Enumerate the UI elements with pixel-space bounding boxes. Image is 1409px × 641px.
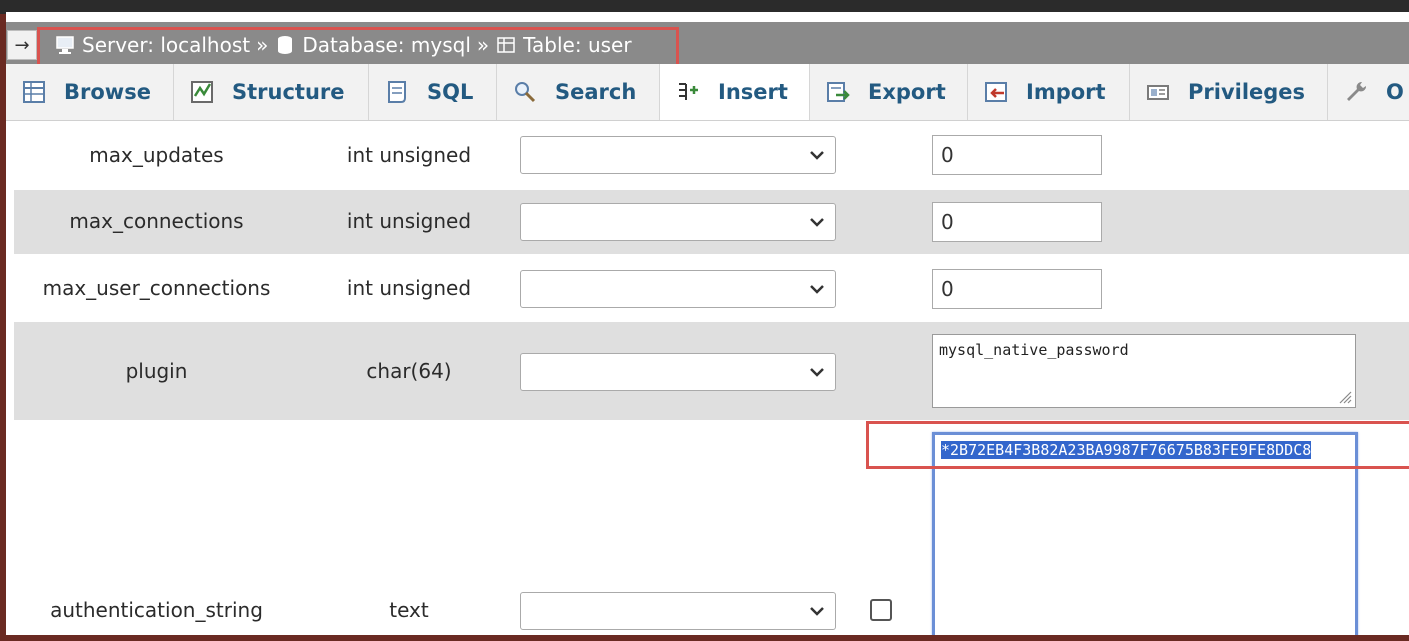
privileges-icon — [1147, 85, 1169, 100]
value-input[interactable]: 0 — [932, 269, 1102, 309]
chevron-down-icon — [810, 151, 824, 160]
field-name: authentication_string — [50, 598, 263, 622]
resize-grip-icon[interactable] — [1336, 388, 1352, 404]
operations-icon — [1347, 81, 1367, 101]
field-type: int unsigned — [346, 209, 472, 233]
table-row: max_user_connections int unsigned 0 — [14, 254, 1409, 322]
export-icon — [827, 82, 850, 102]
phpmyadmin-frame: → Server: localhost » Database: mysql » — [6, 12, 1409, 635]
field-type: text — [389, 598, 429, 622]
collapse-nav-button[interactable]: → — [7, 30, 37, 60]
function-select[interactable] — [520, 353, 836, 391]
value-input[interactable]: 0 — [932, 135, 1102, 175]
tab-browse[interactable]: Browse — [6, 64, 174, 120]
field-name: max_connections — [69, 209, 244, 233]
tab-privileges[interactable]: Privileges — [1130, 64, 1328, 120]
field-type: int unsigned — [346, 143, 472, 167]
tab-operations[interactable]: O — [1328, 64, 1409, 120]
field-type: int unsigned — [346, 276, 472, 300]
structure-icon — [191, 81, 213, 103]
field-type: char(64) — [366, 359, 452, 383]
tab-sql[interactable]: SQL — [369, 64, 497, 120]
search-icon — [515, 82, 536, 103]
function-select[interactable] — [520, 270, 836, 308]
browse-icon — [23, 81, 45, 103]
tab-structure[interactable]: Structure — [174, 64, 369, 120]
field-name: plugin — [125, 359, 188, 383]
sql-icon — [388, 81, 406, 103]
chevron-down-icon — [810, 218, 824, 227]
chevron-down-icon — [810, 285, 824, 294]
table-tabs: Browse Structure SQL Search Insert Expor… — [6, 64, 1409, 121]
field-name: max_user_connections — [42, 276, 271, 300]
field-name: max_updates — [89, 143, 224, 167]
table-row: plugin char(64) mysql_native_password — [14, 322, 1409, 420]
import-icon — [985, 82, 1007, 102]
insert-icon — [679, 83, 698, 100]
table-row: max_updates int unsigned 0 — [14, 120, 1409, 190]
function-select[interactable] — [520, 136, 836, 174]
tab-search[interactable]: Search — [497, 64, 660, 120]
chevron-down-icon — [810, 607, 824, 616]
breadcrumb-bar: → Server: localhost » Database: mysql » — [6, 22, 1409, 73]
table-row: max_connections int unsigned 0 — [14, 190, 1409, 254]
function-select[interactable] — [520, 203, 836, 241]
value-input[interactable]: 0 — [932, 202, 1102, 242]
tab-insert[interactable]: Insert — [660, 64, 810, 120]
hash-highlight-box — [866, 421, 1409, 469]
chevron-down-icon — [810, 368, 824, 377]
arrow-right-icon: → — [14, 34, 30, 56]
null-checkbox[interactable] — [870, 599, 892, 621]
value-textarea[interactable]: mysql_native_password — [932, 334, 1356, 408]
function-select[interactable] — [520, 592, 836, 630]
tab-export[interactable]: Export — [810, 64, 968, 120]
tab-import[interactable]: Import — [968, 64, 1130, 120]
